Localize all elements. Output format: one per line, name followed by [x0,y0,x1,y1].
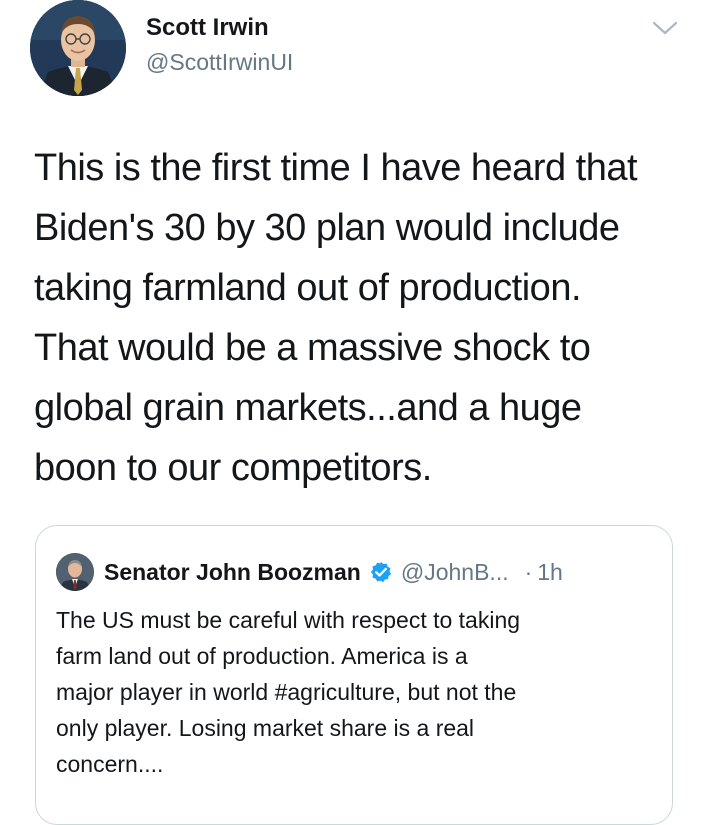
tweet-text: This is the first time I have heard that… [34,138,684,498]
tweet-text-line: boon to our competitors. [34,447,432,489]
quoted-text-line: only player. Losing market share is a re… [56,715,475,741]
tweet-text-line: taking farmland out of production. [34,267,582,309]
tweet-text-line: That would be a massive shock to [34,327,591,369]
separator-dot: · [524,558,533,585]
author-avatar[interactable] [30,0,126,96]
tweet-text-line: This is the first time I have heard that [34,147,638,189]
quoted-text-line: concern.... [56,751,164,777]
verified-badge-icon [370,561,391,583]
quoted-tweet-text: The US must be careful with respect to t… [56,602,656,782]
quoted-text-line: The US must be careful with respect to t… [56,607,521,633]
author-name[interactable]: Scott Irwin [146,14,269,42]
quoted-tweet-header: Senator John Boozman @JohnB... · 1h [104,556,563,588]
quoted-text-line: farm land out of production. America is … [56,643,468,669]
author-handle[interactable]: @ScottIrwinUI [146,49,293,76]
tweet: Scott Irwin @ScottIrwinUI This is the fi… [0,0,706,825]
chevron-down-icon[interactable] [652,20,678,36]
author-avatar-image [30,0,126,96]
quoted-author-avatar[interactable] [56,553,94,591]
tweet-text-line: Biden's 30 by 30 plan would include [34,207,620,249]
quoted-author-avatar-image [56,553,94,591]
quoted-timestamp[interactable]: 1h [537,559,563,586]
tweet-text-line: global grain markets...and a huge [34,387,582,429]
quoted-author-handle[interactable]: @JohnB... [401,559,509,586]
quoted-tweet[interactable]: Senator John Boozman @JohnB... · 1h The … [35,525,673,825]
quoted-author-name[interactable]: Senator John Boozman [104,559,361,586]
quoted-text-line: major player in world #agriculture, but … [56,679,517,705]
